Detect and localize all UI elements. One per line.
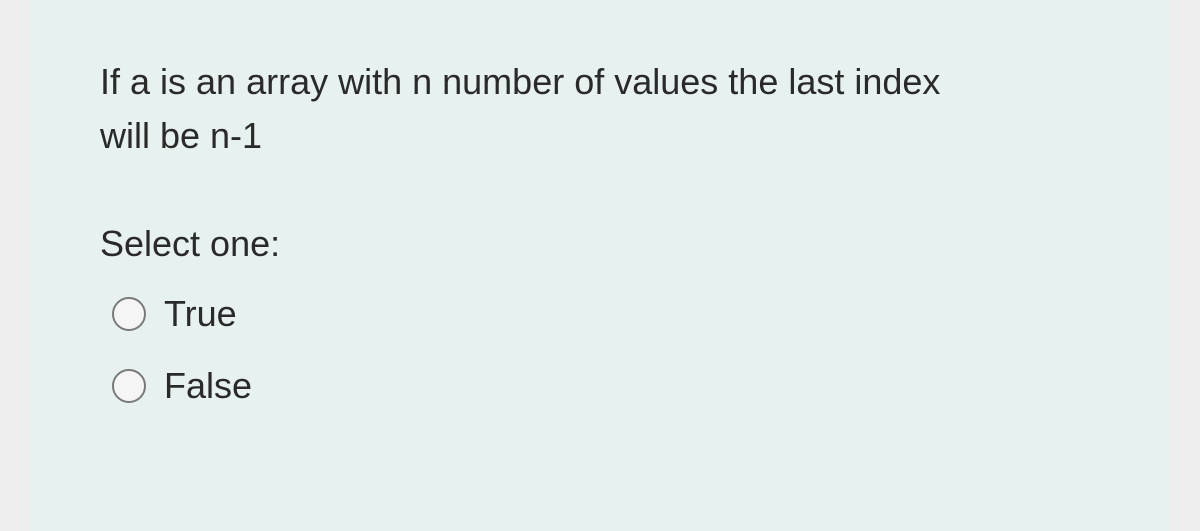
option-label: True	[164, 293, 237, 335]
option-true[interactable]: True	[112, 293, 1110, 335]
question-text: If a is an array with n number of values…	[100, 55, 1000, 163]
question-card: If a is an array with n number of values…	[30, 0, 1170, 531]
radio-icon	[112, 297, 146, 331]
options-group: True False	[100, 293, 1110, 407]
option-label: False	[164, 365, 252, 407]
radio-icon	[112, 369, 146, 403]
select-prompt: Select one:	[100, 223, 1110, 265]
option-false[interactable]: False	[112, 365, 1110, 407]
